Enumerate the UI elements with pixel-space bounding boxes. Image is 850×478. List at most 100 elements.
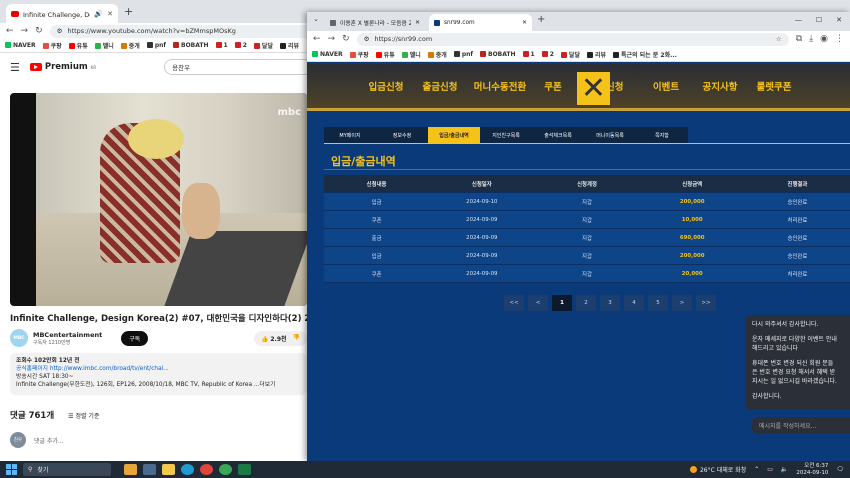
forward-icon[interactable]: → — [21, 26, 29, 36]
close-tab-icon[interactable]: ✕ — [522, 20, 527, 26]
youtube-tab[interactable]: Infinite Challenge, Design Korea(2) #07,… — [6, 4, 118, 23]
bookmark-dalldal[interactable]: 달달 — [253, 41, 273, 50]
subscribe-button[interactable]: 구독 — [121, 330, 149, 346]
windows-start-icon[interactable] — [6, 464, 17, 475]
new-tab-button[interactable]: + — [124, 5, 133, 18]
bookmark-coupang[interactable]: 쿠팡 — [42, 41, 62, 50]
back-icon[interactable]: ← — [313, 34, 321, 44]
page-1[interactable]: 1 — [552, 295, 572, 311]
close-window-icon[interactable]: ✕ — [836, 16, 842, 24]
channel-name[interactable]: MBCentertainment — [33, 331, 102, 339]
task-view-icon[interactable] — [143, 464, 156, 475]
weather-widget[interactable]: 26°C 대체로 화창 — [689, 465, 746, 474]
page-last[interactable]: >> — [696, 295, 716, 311]
bookmark-melon[interactable]: 멜니 — [94, 41, 114, 50]
volume-icon[interactable]: 🔈 — [781, 466, 788, 473]
maximize-icon[interactable]: ☐ — [816, 16, 822, 24]
bookmark-naver[interactable]: NAVER — [312, 50, 343, 58]
chrome-profile-icon[interactable] — [219, 464, 232, 475]
site-info-icon[interactable]: ⚙ — [57, 27, 63, 35]
dislike-button[interactable]: 👎 — [293, 334, 300, 343]
more-menu-icon[interactable]: ⋮ — [835, 34, 844, 44]
tray-chevron-icon[interactable]: ⌃ — [754, 466, 759, 473]
back-icon[interactable]: ← — [6, 26, 14, 36]
reload-icon[interactable]: ↻ — [342, 34, 350, 44]
forward-icon[interactable]: → — [328, 34, 336, 44]
bookmark-2[interactable]: 2 — [234, 42, 247, 49]
subtab-attendance[interactable]: 출석체크목록 — [532, 127, 584, 143]
close-overlay-button[interactable]: ✕ — [577, 72, 610, 105]
nav-event[interactable]: 이벤트 — [639, 79, 693, 93]
taskbar-search[interactable]: ⚲ 찾기 — [23, 463, 111, 476]
chrome-icon[interactable] — [200, 464, 213, 475]
subtab-money-transfer[interactable]: 머니이동목록 — [584, 127, 636, 143]
subtab-deposit-history[interactable]: 입금/출금내역 — [428, 127, 480, 143]
subtab-edit-info[interactable]: 정보수정 — [376, 127, 428, 143]
page-4[interactable]: 4 — [624, 295, 644, 311]
page-3[interactable]: 3 — [600, 295, 620, 311]
edge-browser-icon[interactable] — [181, 464, 194, 475]
menu-icon[interactable]: ☰ — [10, 61, 20, 74]
nav-money-convert[interactable]: 머니수동전환 — [467, 79, 533, 93]
nav-deposit[interactable]: 입금신청 — [359, 79, 413, 93]
new-tab-button[interactable]: + — [537, 14, 545, 25]
site-info-icon[interactable]: ⚙ — [364, 35, 370, 43]
minimize-icon[interactable]: — — [795, 16, 802, 24]
bookmark-article[interactable]: 특근의 되는 분 2화... — [613, 50, 677, 59]
page-5[interactable]: 5 — [648, 295, 668, 311]
reload-icon[interactable]: ↻ — [35, 26, 43, 36]
tab-snr99[interactable]: snr99.com ✕ — [429, 14, 532, 31]
chat-input[interactable]: 메시지를 작성하세요... — [752, 417, 850, 434]
excel-icon[interactable] — [238, 464, 251, 475]
like-button[interactable]: 👍 2.9천 — [261, 334, 287, 343]
notification-icon[interactable]: 🗨 — [836, 466, 844, 473]
widgets-icon[interactable] — [124, 464, 137, 475]
bookmark-melon[interactable]: 멜니 — [401, 50, 421, 59]
channel-avatar[interactable]: MBC — [10, 329, 28, 347]
bookmark-review[interactable]: 리뷰 — [279, 41, 299, 50]
bookmark-bobath[interactable]: BOBATH — [173, 42, 209, 49]
close-tab-icon[interactable]: ✕ — [415, 20, 420, 26]
tab-other[interactable]: 이용혼 X 별론나라 - 모음큼 2024... ✕ — [325, 14, 425, 31]
extensions-icon[interactable]: ⧉ — [796, 34, 802, 44]
subtab-mypage[interactable]: MY페이지 — [324, 127, 376, 143]
bookmark-2[interactable]: 2 — [541, 50, 554, 58]
close-tab-icon[interactable]: ✕ — [107, 10, 113, 18]
clock[interactable]: 오전 6:37 2024-09-10 — [796, 463, 828, 477]
bookmark-youtube[interactable]: 유튜 — [68, 41, 88, 50]
sort-button[interactable]: ☰ 정렬 기준 — [68, 411, 99, 420]
subtab-friends[interactable]: 지인친구목록 — [480, 127, 532, 143]
bookmark-review[interactable]: 리뷰 — [586, 50, 606, 59]
video-player[interactable]: mbc — [10, 93, 307, 306]
page-next[interactable]: > — [672, 295, 692, 311]
search-input[interactable]: 용찬우 — [164, 59, 315, 75]
video-description[interactable]: 조회수 102만회 12년 전 공식홈페이지 http://www.imbc.c… — [10, 353, 307, 395]
bookmark-naver[interactable]: NAVER — [5, 42, 36, 49]
bookmark-broker[interactable]: 중개 — [427, 50, 447, 59]
bookmark-youtube[interactable]: 유튜 — [375, 50, 395, 59]
page-first[interactable]: << — [504, 295, 524, 311]
downloads-icon[interactable]: ⤓ — [809, 34, 813, 44]
nav-coupon[interactable]: 쿠폰 — [533, 79, 573, 93]
profile-icon[interactable]: ◉ — [820, 34, 828, 44]
network-icon[interactable]: ▭ — [767, 466, 773, 473]
url-field[interactable]: ⚙ https://snr99.com ☆ — [356, 32, 789, 46]
nav-roulette-coupon[interactable]: 룰렛쿠폰 — [747, 79, 801, 93]
nav-notice[interactable]: 공지사항 — [693, 79, 747, 93]
bookmark-broker[interactable]: 중개 — [120, 41, 140, 50]
bookmark-star-icon[interactable]: ☆ — [776, 35, 782, 43]
homepage-link[interactable]: 공식홈페이지 http://www.imbc.com/broad/tv/ent/… — [16, 365, 301, 373]
bookmark-1[interactable]: 1 — [522, 50, 535, 58]
bookmark-1[interactable]: 1 — [215, 42, 228, 49]
comment-input[interactable]: 댓글 추가... — [34, 436, 64, 445]
bookmark-coupang[interactable]: 쿠팡 — [349, 50, 369, 59]
youtube-premium-logo[interactable]: Premium KR — [29, 62, 96, 72]
file-explorer-icon[interactable] — [162, 464, 175, 475]
nav-withdraw[interactable]: 출금신청 — [413, 79, 467, 93]
bookmark-pnf[interactable]: pnf — [146, 42, 166, 49]
page-prev[interactable]: < — [528, 295, 548, 311]
bookmark-pnf[interactable]: pnf — [453, 50, 473, 58]
bookmark-bobath[interactable]: BOBATH — [480, 50, 516, 58]
subtab-messages[interactable]: 쪽지함 — [636, 127, 688, 143]
tab-list-icon[interactable]: ⌄ — [313, 15, 319, 23]
